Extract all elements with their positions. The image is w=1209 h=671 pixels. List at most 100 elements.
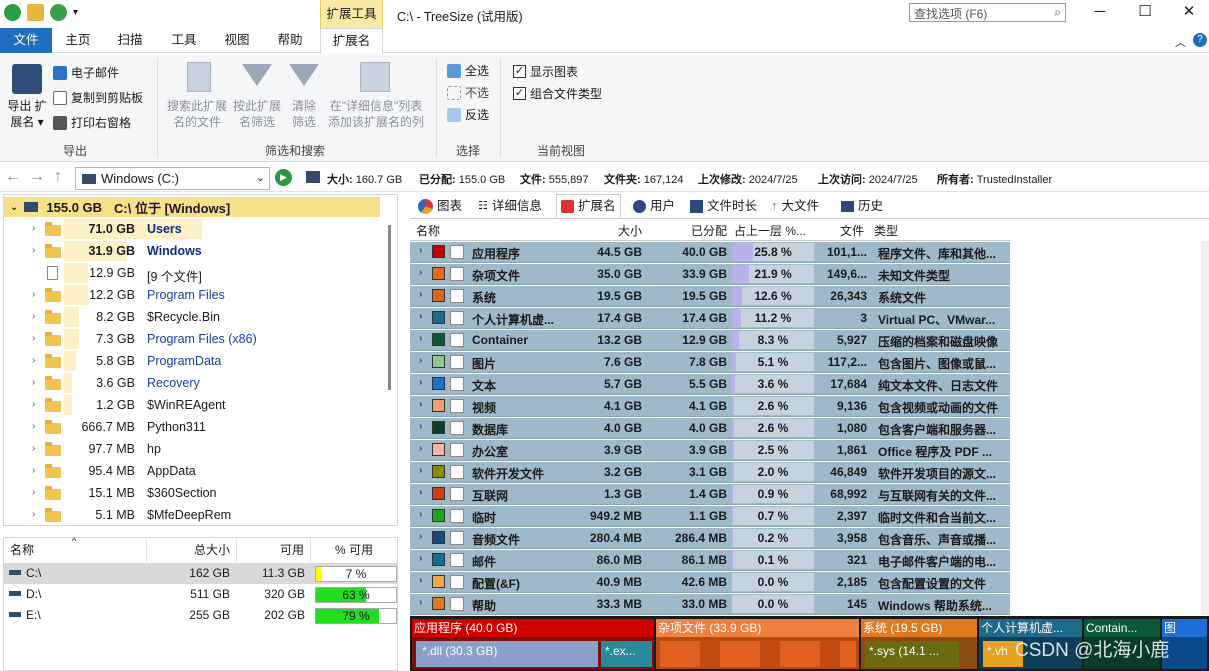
grid-row[interactable]: › 文本 5.7 GB 5.5 GB 3.6 % 17,684 纯文本文件、日志文件	[410, 374, 1010, 395]
show-chart-checkbox[interactable]: ✓ 显示图表	[513, 63, 578, 80]
chevron-right-icon[interactable]: ›	[32, 443, 35, 454]
grid-row[interactable]: › 软件开发文件 3.2 GB 3.1 GB 2.0 % 46,849 软件开发项目的源文.…	[410, 462, 1010, 483]
chevron-right-icon[interactable]: ›	[32, 223, 35, 234]
tree-row[interactable]: › 5.1 MB $MfeDeepRem	[4, 504, 380, 525]
tab-view[interactable]: 视图	[219, 28, 255, 53]
grid-row[interactable]: › 互联网 1.3 GB 1.4 GB 0.9 % 68,992 与互联网有关的文件...	[410, 484, 1010, 505]
chevron-right-icon[interactable]: ›	[419, 245, 422, 256]
add-ext-column-button[interactable]: 在"详细信息"列表 添加该扩展名的列	[323, 98, 429, 130]
forward-arrow-icon[interactable]: →	[29, 168, 45, 186]
tab-home[interactable]: 主页	[60, 28, 96, 53]
chevron-right-icon[interactable]: ›	[32, 421, 35, 432]
tab-history[interactable]: 历史	[841, 194, 883, 218]
treemap-block-misc[interactable]: 杂项文件 (33.9 GB)	[656, 619, 859, 669]
treemap-sub-sys[interactable]: *.sys (14.1 ...	[865, 641, 959, 667]
grid-row[interactable]: › Container 13.2 GB 12.9 GB 8.3 % 5,927 压缩的档案和…	[410, 330, 1010, 351]
tree-row[interactable]: › 71.0 GB Users	[4, 218, 380, 240]
col-type[interactable]: 类型	[874, 222, 898, 239]
chevron-right-icon[interactable]: ›	[419, 333, 422, 344]
chevron-right-icon[interactable]: ›	[419, 289, 422, 300]
tree-row[interactable]: › 3.6 GB Recovery	[4, 372, 380, 394]
chevron-right-icon[interactable]: ›	[419, 575, 422, 586]
export-extensions-button[interactable]: 导出 扩 展名 ▾	[5, 98, 49, 130]
grid-row[interactable]: › 图片 7.6 GB 7.8 GB 5.1 % 117,2... 包含图片、图像或鼠...	[410, 352, 1010, 373]
tab-extensions-view[interactable]: 扩展名	[556, 194, 621, 218]
treemap-sub-exe[interactable]: *.ex...	[601, 641, 652, 667]
tree-row[interactable]: › 1.2 GB $WinREAgent	[4, 394, 380, 416]
grid-row[interactable]: › 临时 949.2 MB 1.1 GB 0.7 % 2,397 临时文件和合当前文...	[410, 506, 1010, 527]
chevron-right-icon[interactable]: ›	[419, 355, 422, 366]
drives-header-free[interactable]: 可用	[237, 538, 311, 562]
tab-chart[interactable]: 图表	[418, 194, 462, 218]
tree-row[interactable]: › 12.2 GB Program Files	[4, 284, 380, 306]
grid-row[interactable]: › 系统 19.5 GB 19.5 GB 12.6 % 26,343 系统文件	[410, 286, 1010, 307]
collapse-ribbon-icon[interactable]: ︿	[1175, 34, 1186, 50]
grid-row[interactable]: › 配置(&F) 40.9 MB 42.6 MB 0.0 % 2,185 包含配置设置的文件	[410, 572, 1010, 593]
col-size[interactable]: 大小	[559, 222, 642, 239]
treemap-block-system[interactable]: 系统 (19.5 GB) *.sys (14.1 ...	[861, 619, 977, 669]
drives-header-total[interactable]: 总大小	[147, 538, 237, 562]
tree-root-row[interactable]: ⌄ 155.0 GB C:\ 位于 [Windows]	[4, 197, 380, 217]
chevron-right-icon[interactable]: ›	[419, 553, 422, 564]
tab-users[interactable]: 用户	[633, 194, 675, 218]
chevron-right-icon[interactable]: ›	[419, 377, 422, 388]
grid-scrollbar[interactable]	[1201, 241, 1209, 615]
tree-scrollbar[interactable]	[388, 225, 391, 390]
grid-row[interactable]: › 视频 4.1 GB 4.1 GB 2.6 % 9,136 包含视频或动画的文件	[410, 396, 1010, 417]
chevron-right-icon[interactable]: ›	[419, 597, 422, 608]
tree-row[interactable]: › 31.9 GB Windows	[4, 240, 380, 262]
tree-row[interactable]: 12.9 GB [9 个文件]	[4, 262, 380, 284]
chevron-down-icon[interactable]: ⌄	[10, 202, 18, 213]
drive-select[interactable]: Windows (C:) ⌄	[75, 167, 270, 190]
chevron-right-icon[interactable]: ›	[419, 311, 422, 322]
chevron-right-icon[interactable]: ›	[32, 311, 35, 322]
col-allocated[interactable]: 已分配	[646, 222, 727, 239]
chevron-right-icon[interactable]: ›	[32, 355, 35, 366]
tab-scan[interactable]: 扫描	[112, 28, 148, 53]
clear-filter-button[interactable]: 清除 筛选	[286, 98, 322, 130]
chevron-right-icon[interactable]: ›	[419, 267, 422, 278]
tab-large-files[interactable]: ↑ 大文件	[771, 194, 819, 218]
search-ext-files-button[interactable]: 搜索此扩展 名的文件	[165, 98, 229, 130]
tree-row[interactable]: › 7.3 GB Program Files (x86)	[4, 328, 380, 350]
grid-row[interactable]: › 邮件 86.0 MB 86.1 MB 0.1 % 321 电子邮件客户端的电...	[410, 550, 1010, 571]
up-arrow-icon[interactable]: ↑	[54, 168, 62, 186]
folder-scan-icon[interactable]	[27, 4, 44, 21]
grid-row[interactable]: › 数据库 4.0 GB 4.0 GB 2.6 % 1,080 包含客户端和服务器...	[410, 418, 1010, 439]
chevron-right-icon[interactable]: ›	[419, 421, 422, 432]
maximize-button[interactable]: ☐	[1122, 2, 1168, 24]
chevron-right-icon[interactable]: ›	[32, 465, 35, 476]
drives-header-pct[interactable]: % 可用	[311, 538, 397, 562]
tree-row[interactable]: › 95.4 MB AppData	[4, 460, 380, 482]
chevron-right-icon[interactable]: ›	[419, 531, 422, 542]
search-input[interactable]: 查找选项 (F6) ⌕	[909, 3, 1066, 22]
tree-row[interactable]: › 97.7 MB hp	[4, 438, 380, 460]
drive-row[interactable]: E:\ 255 GB 202 GB 79 %	[4, 605, 397, 626]
close-button[interactable]: ✕	[1166, 2, 1209, 24]
chevron-right-icon[interactable]: ›	[32, 245, 35, 256]
treemap-sub-dll[interactable]: *.dll (30.3 GB)	[416, 641, 598, 667]
tab-tools[interactable]: 工具	[166, 28, 202, 53]
chevron-right-icon[interactable]: ›	[419, 487, 422, 498]
go-button[interactable]: ▶	[275, 169, 292, 186]
chevron-right-icon[interactable]: ›	[419, 465, 422, 476]
group-filetypes-checkbox[interactable]: ✓ 组合文件类型	[513, 85, 602, 102]
email-button[interactable]: 电子邮件	[53, 64, 119, 81]
drive-row[interactable]: C:\ 162 GB 11.3 GB 7 %	[4, 563, 397, 584]
refresh-icon[interactable]	[50, 4, 67, 21]
chevron-right-icon[interactable]: ›	[419, 399, 422, 410]
grid-row[interactable]: › 个人计算机虚... 17.4 GB 17.4 GB 11.2 % 3 Virtual P…	[410, 308, 1010, 329]
chevron-right-icon[interactable]: ›	[32, 509, 35, 520]
grid-row[interactable]: › 音频文件 280.4 MB 286.4 MB 0.2 % 3,958 包含音乐、声音或播…	[410, 528, 1010, 549]
filter-by-ext-button[interactable]: 按此扩展 名筛选	[228, 98, 286, 130]
treemap-block-apps[interactable]: 应用程序 (40.0 GB) *.dll (30.3 GB) *.ex...	[412, 619, 654, 669]
grid-row[interactable]: › 杂项文件 35.0 GB 33.9 GB 21.9 % 149,6... 未知文件类型	[410, 264, 1010, 285]
tree-row[interactable]: › 15.1 MB $360Section	[4, 482, 380, 504]
tab-extensions[interactable]: 扩展名	[320, 28, 383, 54]
app-logo-icon[interactable]	[4, 4, 21, 21]
invert-selection-button[interactable]: 反选	[447, 106, 489, 123]
chevron-right-icon[interactable]: ›	[32, 289, 35, 300]
grid-row[interactable]: › 帮助 33.3 MB 33.0 MB 0.0 % 145 Windows 帮助系统...	[410, 594, 1010, 615]
tab-details[interactable]: ☷ 详细信息	[478, 194, 542, 218]
tab-file[interactable]: 文件	[0, 28, 52, 53]
